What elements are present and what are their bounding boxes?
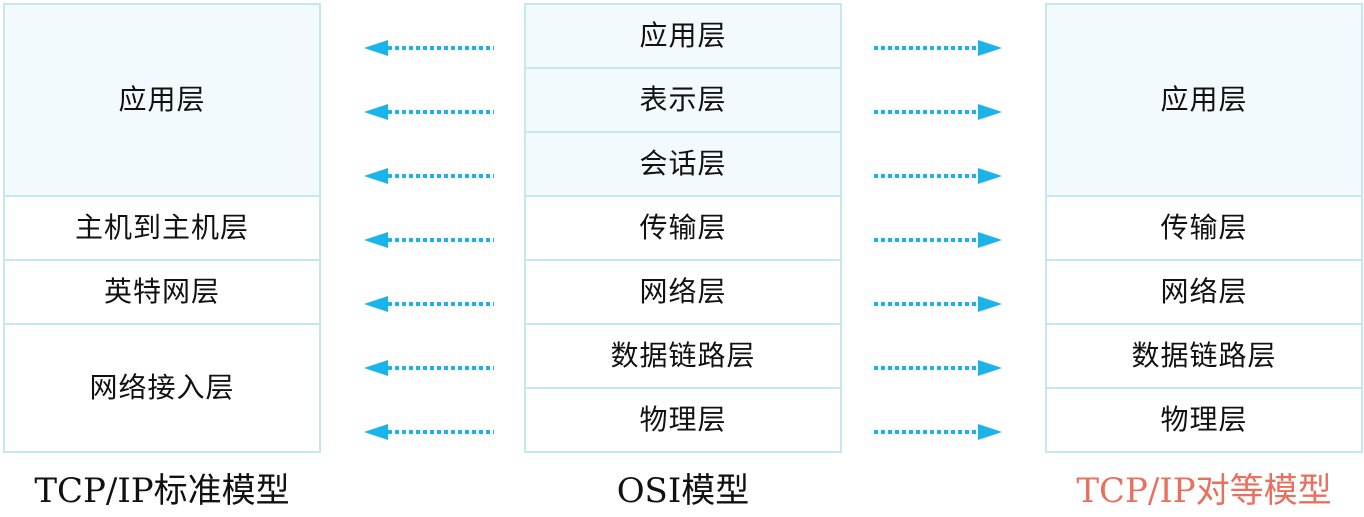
left-arrow-3 [364, 168, 494, 184]
tcpip-standard-model: 应用层 主机到主机层 英特网层 网络接入层 [3, 3, 321, 453]
right-layer-transport: 传输层 [1045, 195, 1363, 261]
right-arrow-1 [874, 40, 1002, 56]
left-layer-network-access: 网络接入层 [3, 323, 321, 453]
osi-layer-network: 网络层 [524, 259, 842, 325]
osi-model-caption: OSI模型 [616, 470, 750, 511]
osi-layer-transport: 传输层 [524, 195, 842, 261]
right-arrow-3 [874, 168, 1002, 184]
osi-layer-application: 应用层 [524, 3, 842, 69]
osi-layer-physical: 物理层 [524, 387, 842, 453]
left-arrow-7 [364, 424, 494, 440]
tcpip-peer-model-caption: TCP/IP对等模型 [1076, 470, 1332, 511]
right-layer-physical: 物理层 [1045, 387, 1363, 453]
right-arrow-5 [874, 296, 1002, 312]
left-layer-internet: 英特网层 [3, 259, 321, 325]
right-layer-data-link: 数据链路层 [1045, 323, 1363, 389]
left-arrow-2 [364, 104, 494, 120]
tcpip-peer-model: 应用层 传输层 网络层 数据链路层 物理层 [1045, 3, 1363, 453]
left-arrow-5 [364, 296, 494, 312]
left-arrow-4 [364, 232, 494, 248]
right-arrow-2 [874, 104, 1002, 120]
right-layer-network: 网络层 [1045, 259, 1363, 325]
right-arrow-6 [874, 360, 1002, 376]
osi-layer-presentation: 表示层 [524, 67, 842, 133]
right-layer-application: 应用层 [1045, 3, 1363, 197]
right-arrow-4 [874, 232, 1002, 248]
osi-model: 应用层 表示层 会话层 传输层 网络层 数据链路层 物理层 [524, 3, 842, 453]
osi-layer-data-link: 数据链路层 [524, 323, 842, 389]
left-arrow-6 [364, 360, 494, 376]
osi-layer-session: 会话层 [524, 131, 842, 197]
left-layer-application: 应用层 [3, 3, 321, 197]
left-arrow-1 [364, 40, 494, 56]
tcpip-standard-model-caption: TCP/IP标准模型 [34, 470, 290, 511]
right-arrow-7 [874, 424, 1002, 440]
left-layer-host-to-host: 主机到主机层 [3, 195, 321, 261]
